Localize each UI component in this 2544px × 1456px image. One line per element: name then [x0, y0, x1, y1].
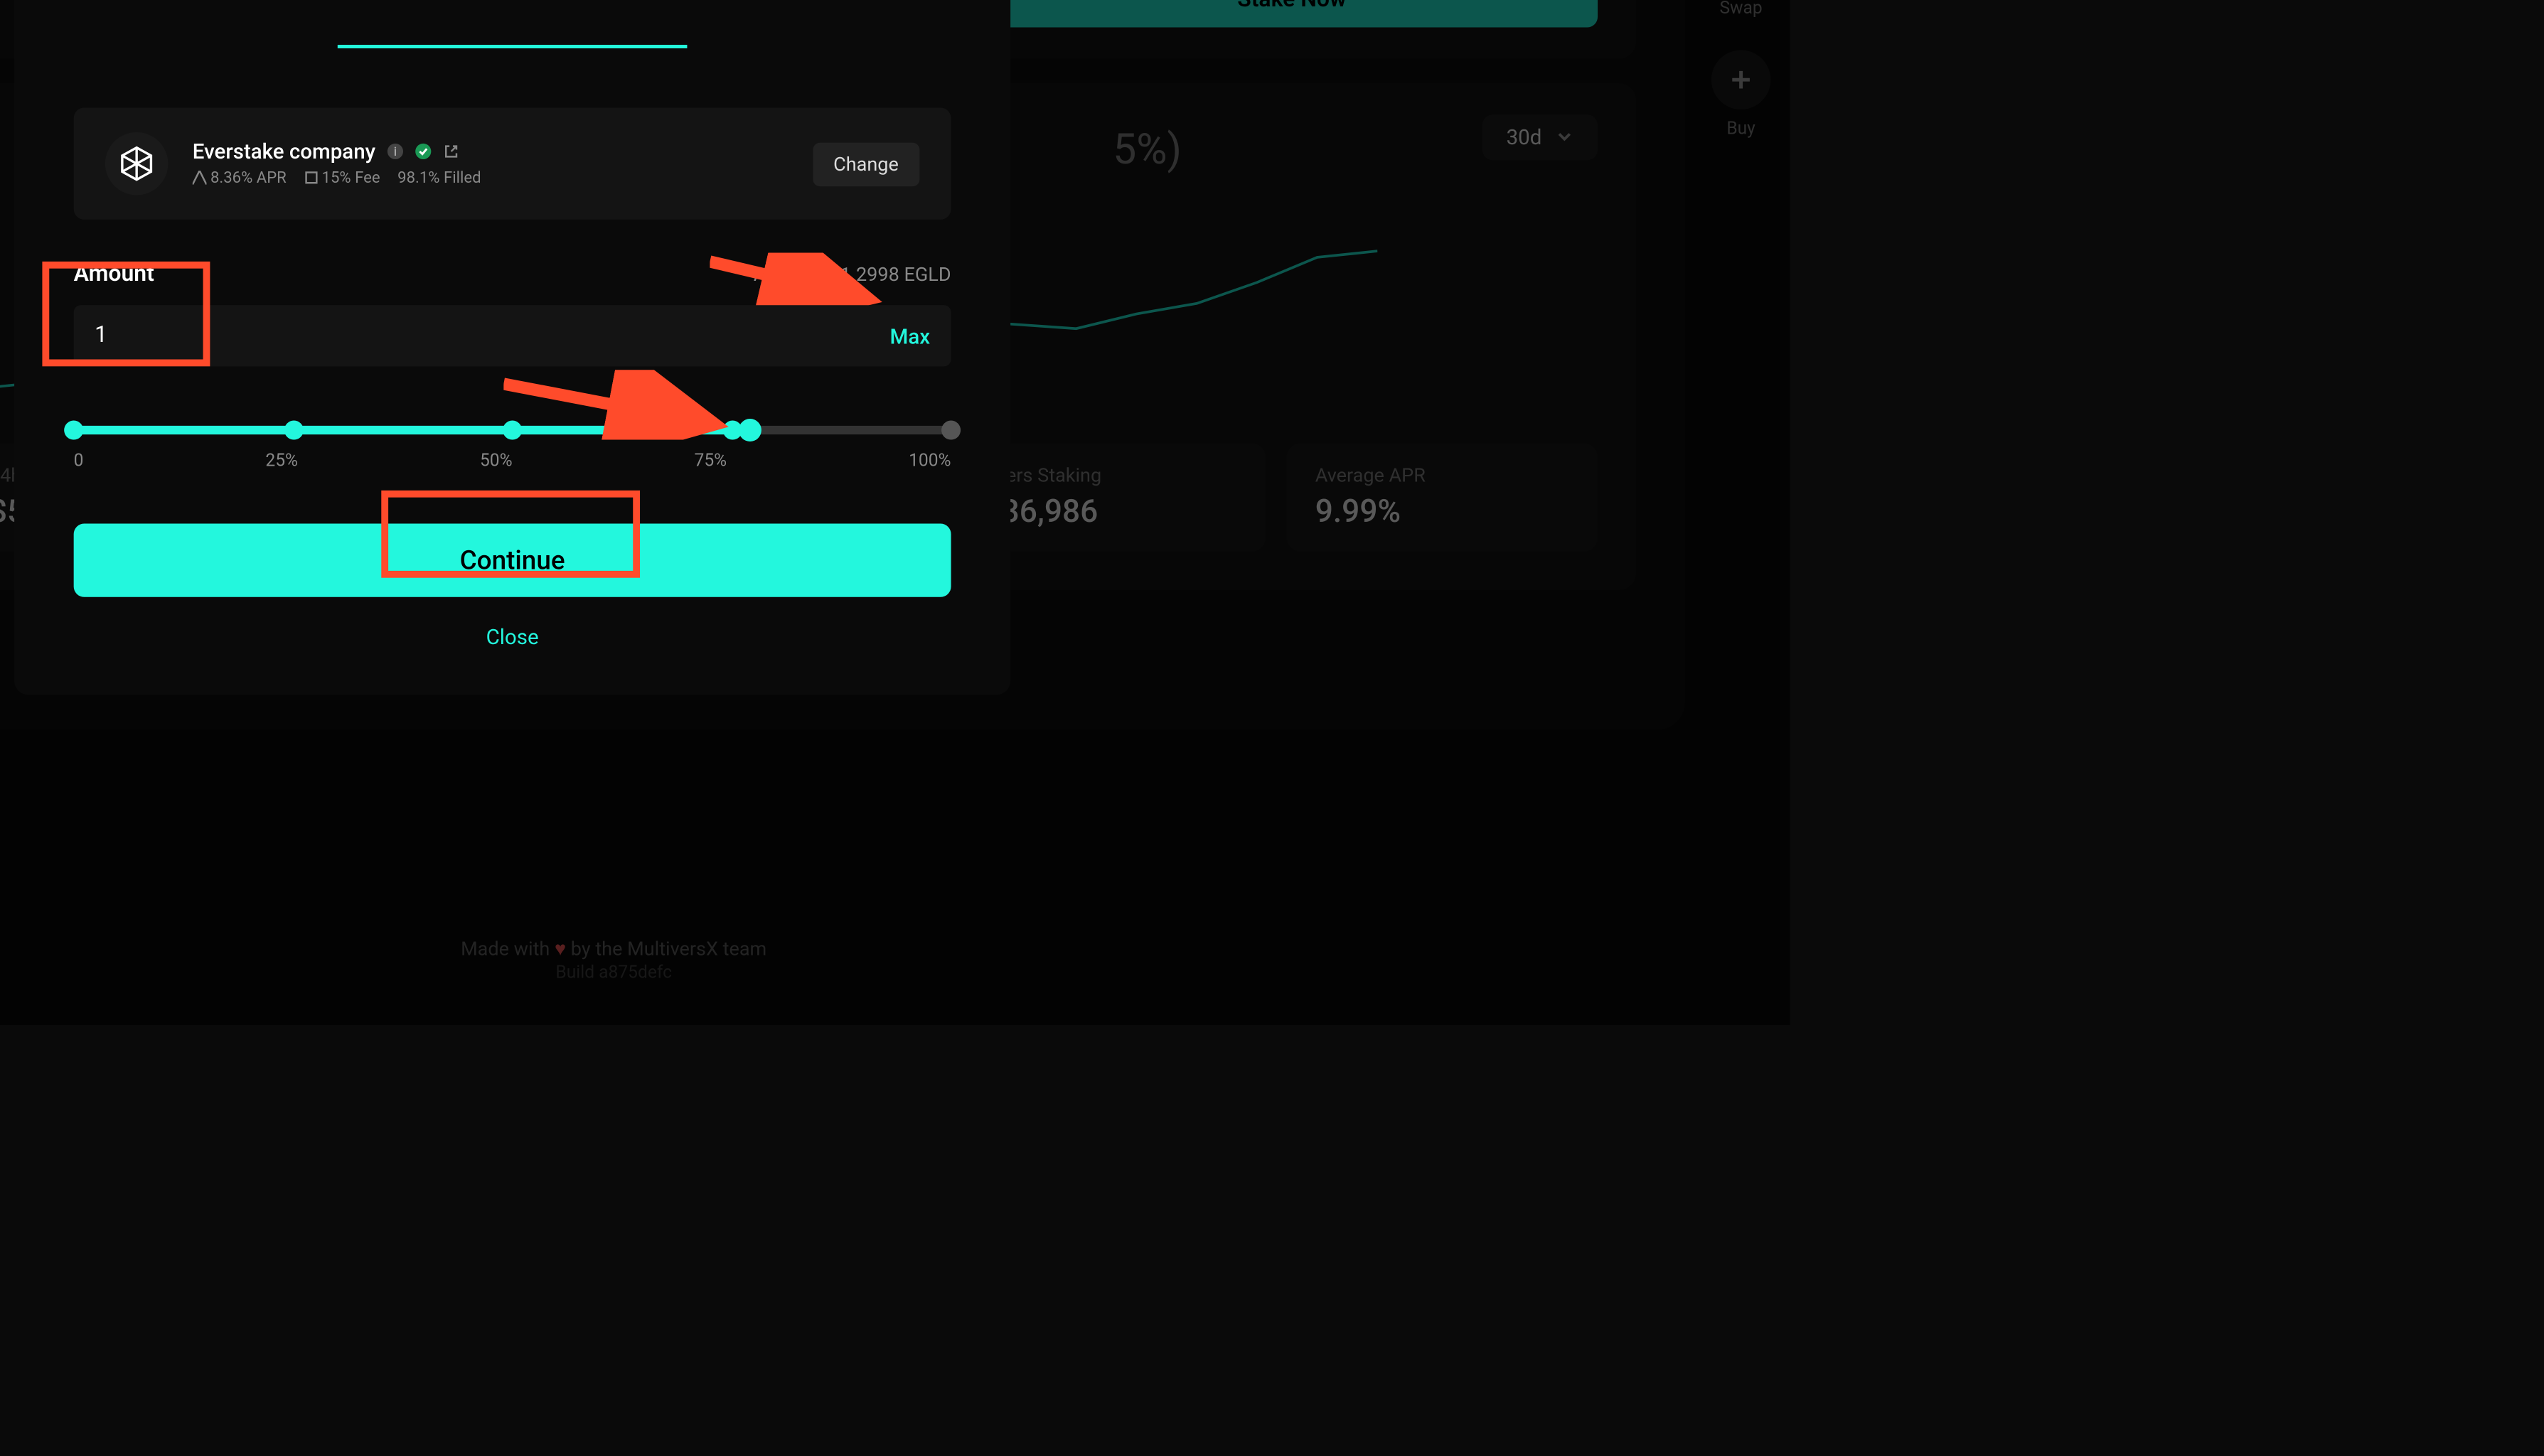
- close-link[interactable]: Close: [74, 625, 951, 649]
- slider-label: 100%: [909, 452, 951, 471]
- provider-logo: [105, 132, 168, 195]
- slider-label: 0: [74, 452, 84, 471]
- external-link-icon[interactable]: [442, 143, 459, 161]
- svg-text:i: i: [393, 145, 396, 159]
- continue-button[interactable]: Continue: [74, 524, 951, 597]
- provider-filled: 98.1% Filled: [397, 171, 481, 188]
- slider-label: 75%: [695, 452, 727, 471]
- provider-fee: 15% Fee: [304, 171, 380, 188]
- provider-card: Everstake company i 8.36% APR 15% Fee 98…: [74, 108, 951, 220]
- amount-slider[interactable]: 0 25% 50% 75% 100%: [74, 426, 951, 471]
- amount-label: Amount: [74, 262, 154, 288]
- available-balance: Available: 1.2998 EGLD: [754, 263, 951, 286]
- amount-input-wrapper: Max: [74, 305, 951, 366]
- change-provider-button[interactable]: Change: [813, 141, 920, 185]
- info-icon[interactable]: i: [386, 143, 404, 161]
- max-button[interactable]: Max: [890, 323, 931, 348]
- provider-name: Everstake company i: [193, 139, 481, 164]
- amount-input[interactable]: [95, 323, 199, 349]
- provider-apr: 8.36% APR: [193, 171, 287, 188]
- hexagon-logo-icon: [117, 144, 156, 183]
- verified-icon: [414, 143, 432, 161]
- slider-label: 25%: [265, 452, 298, 471]
- staking-modal: ✕ Choose staking provider Everstake comp…: [14, 0, 1010, 695]
- slider-label: 50%: [480, 452, 513, 471]
- modal-progress-bar: [338, 45, 688, 48]
